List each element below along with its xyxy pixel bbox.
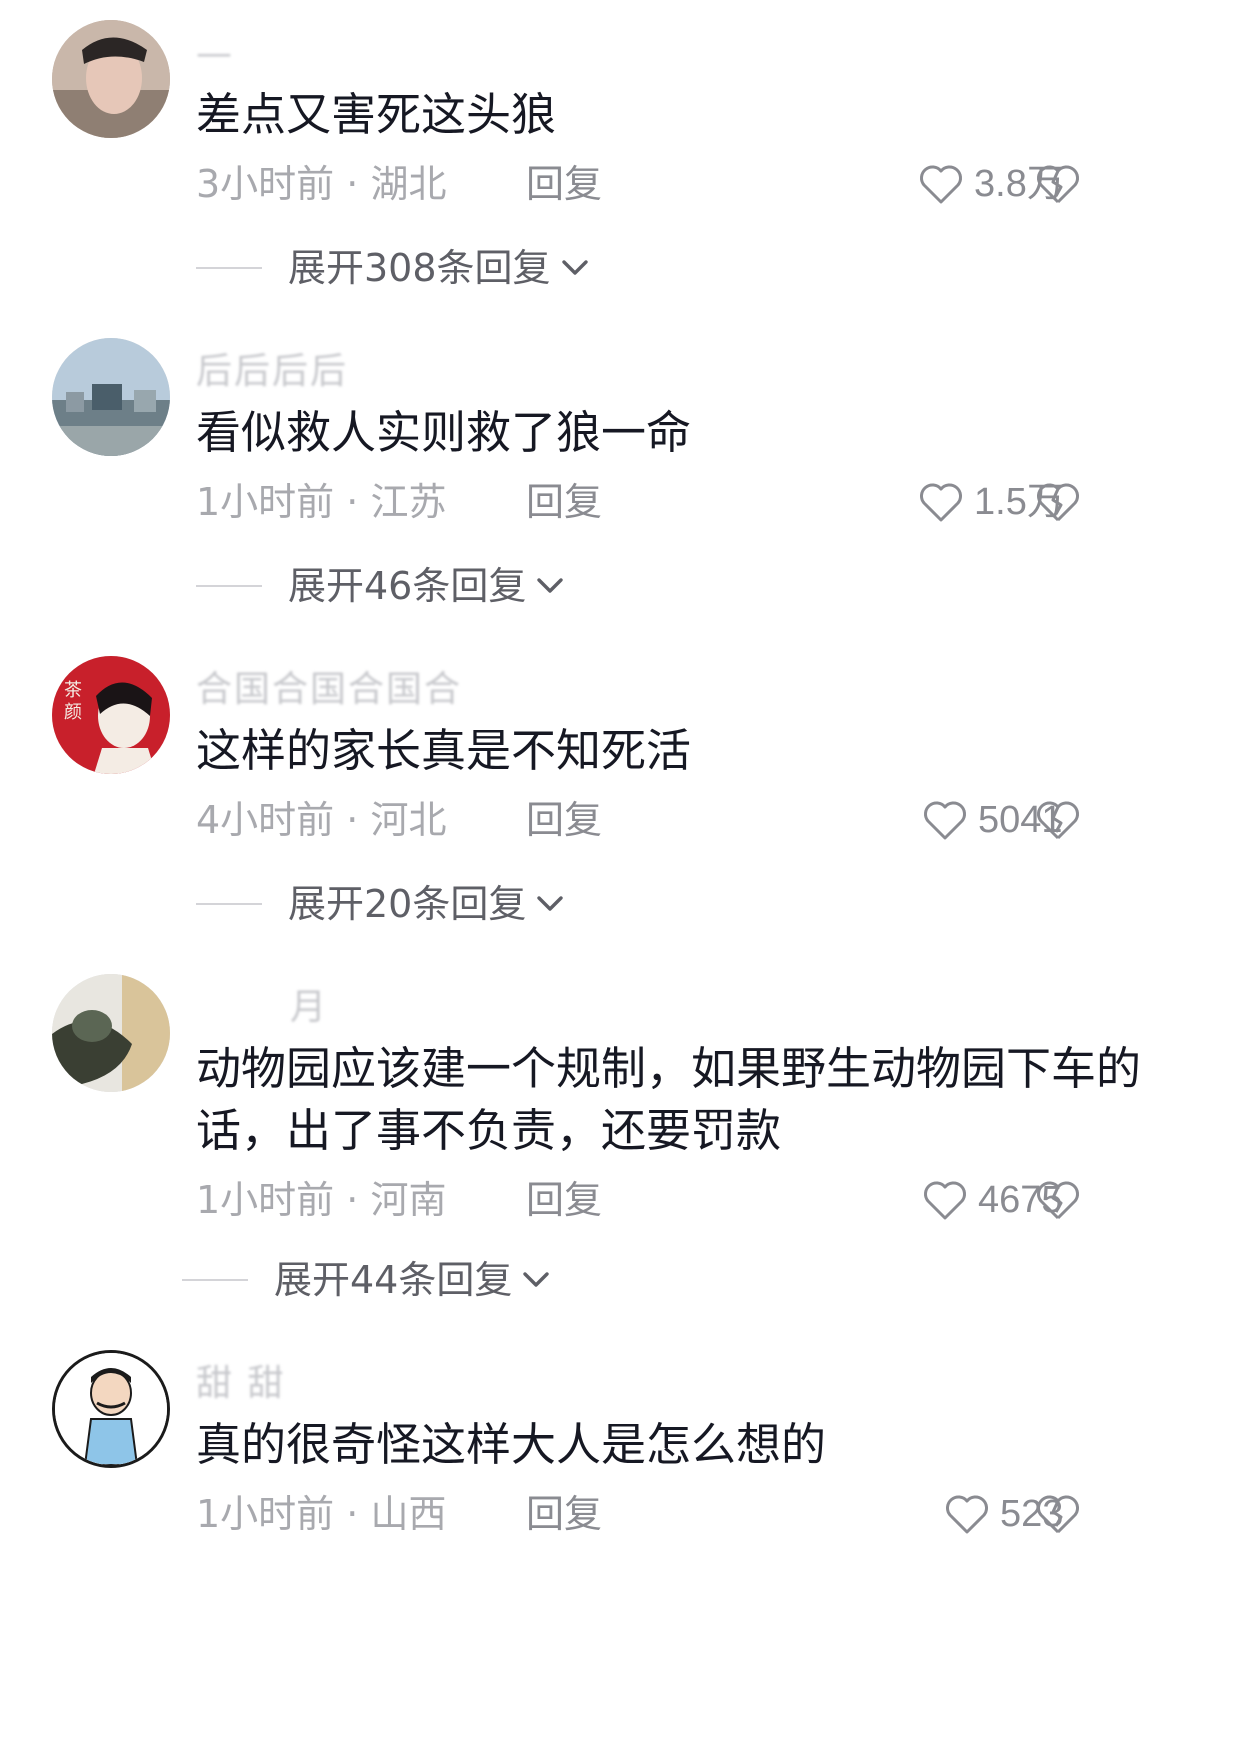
broken-heart-icon: [1037, 801, 1079, 840]
username[interactable]: 合国合国合国合: [196, 668, 462, 712]
time-location: 1小时前 · 山西: [196, 1492, 447, 1536]
comment-meta: 1小时前 · 江苏 回复 1.5万: [196, 476, 1216, 528]
expand-replies[interactable]: 展开20条回复: [196, 878, 566, 930]
avatar[interactable]: [52, 1350, 170, 1468]
chevron-down-icon: [534, 893, 566, 915]
username[interactable]: —: [196, 32, 234, 76]
time-location: 1小时前 · 河南: [196, 1178, 447, 1222]
comment-text: 差点又害死这头狼: [196, 88, 557, 141]
comment-text: 动物园应该建一个规制，如果野生动物园下车的话，出了事不负责，还要罚款: [196, 1042, 1142, 1157]
avatar[interactable]: [52, 338, 170, 456]
reply-button[interactable]: 回复: [526, 476, 602, 528]
username[interactable]: 后后后后: [196, 350, 348, 394]
comment-text: 看似救人实则救了狼一命: [196, 406, 692, 459]
time-location: 1小时前 · 江苏: [196, 480, 447, 524]
reply-button[interactable]: 回复: [526, 1488, 602, 1540]
dislike-button[interactable]: [1030, 476, 1086, 528]
avatar[interactable]: [52, 20, 170, 138]
dislike-button[interactable]: [1030, 1488, 1086, 1540]
divider: [196, 903, 262, 905]
comment-meta: 4小时前 · 河北 回复 5041: [196, 794, 1216, 846]
divider: [182, 1279, 248, 1281]
dislike-button[interactable]: [1030, 1174, 1086, 1226]
heart-icon: [946, 1495, 988, 1534]
broken-heart-icon: [1037, 1181, 1079, 1220]
chevron-down-icon: [534, 575, 566, 597]
heart-icon: [920, 165, 962, 204]
chevron-down-icon: [520, 1269, 552, 1291]
expand-replies[interactable]: 展开308条回复: [196, 242, 591, 294]
time-location: 3小时前 · 湖北: [196, 162, 447, 206]
heart-icon: [924, 801, 966, 840]
comment-meta: 1小时前 · 山西 回复 523: [196, 1488, 1216, 1540]
svg-text:颜: 颜: [64, 702, 82, 723]
heart-icon: [924, 1181, 966, 1220]
username[interactable]: 月: [290, 986, 328, 1030]
time-location: 4小时前 · 河北: [196, 798, 447, 842]
comment-meta: 1小时前 · 河南 回复 4675: [196, 1174, 1216, 1226]
comment-text: 这样的家长真是不知死活: [196, 724, 692, 777]
broken-heart-icon: [1037, 1495, 1079, 1534]
heart-icon: [920, 483, 962, 522]
broken-heart-icon: [1037, 483, 1079, 522]
reply-button[interactable]: 回复: [526, 1174, 602, 1226]
dislike-button[interactable]: [1030, 158, 1086, 210]
expand-replies[interactable]: 展开44条回复: [182, 1254, 552, 1306]
comment-text: 真的很奇怪这样大人是怎么想的: [196, 1418, 827, 1471]
dislike-button[interactable]: [1030, 794, 1086, 846]
reply-button[interactable]: 回复: [526, 794, 602, 846]
avatar[interactable]: [52, 974, 170, 1092]
avatar[interactable]: 茶 颜: [52, 656, 170, 774]
comment-meta: 3小时前 · 湖北 回复 3.8万: [196, 158, 1216, 210]
chevron-down-icon: [559, 257, 591, 279]
divider: [196, 267, 262, 269]
broken-heart-icon: [1037, 165, 1079, 204]
divider: [196, 585, 262, 587]
expand-replies[interactable]: 展开46条回复: [196, 560, 566, 612]
svg-text:茶: 茶: [64, 680, 82, 701]
reply-button[interactable]: 回复: [526, 158, 602, 210]
username[interactable]: 甜 甜: [196, 1362, 285, 1406]
